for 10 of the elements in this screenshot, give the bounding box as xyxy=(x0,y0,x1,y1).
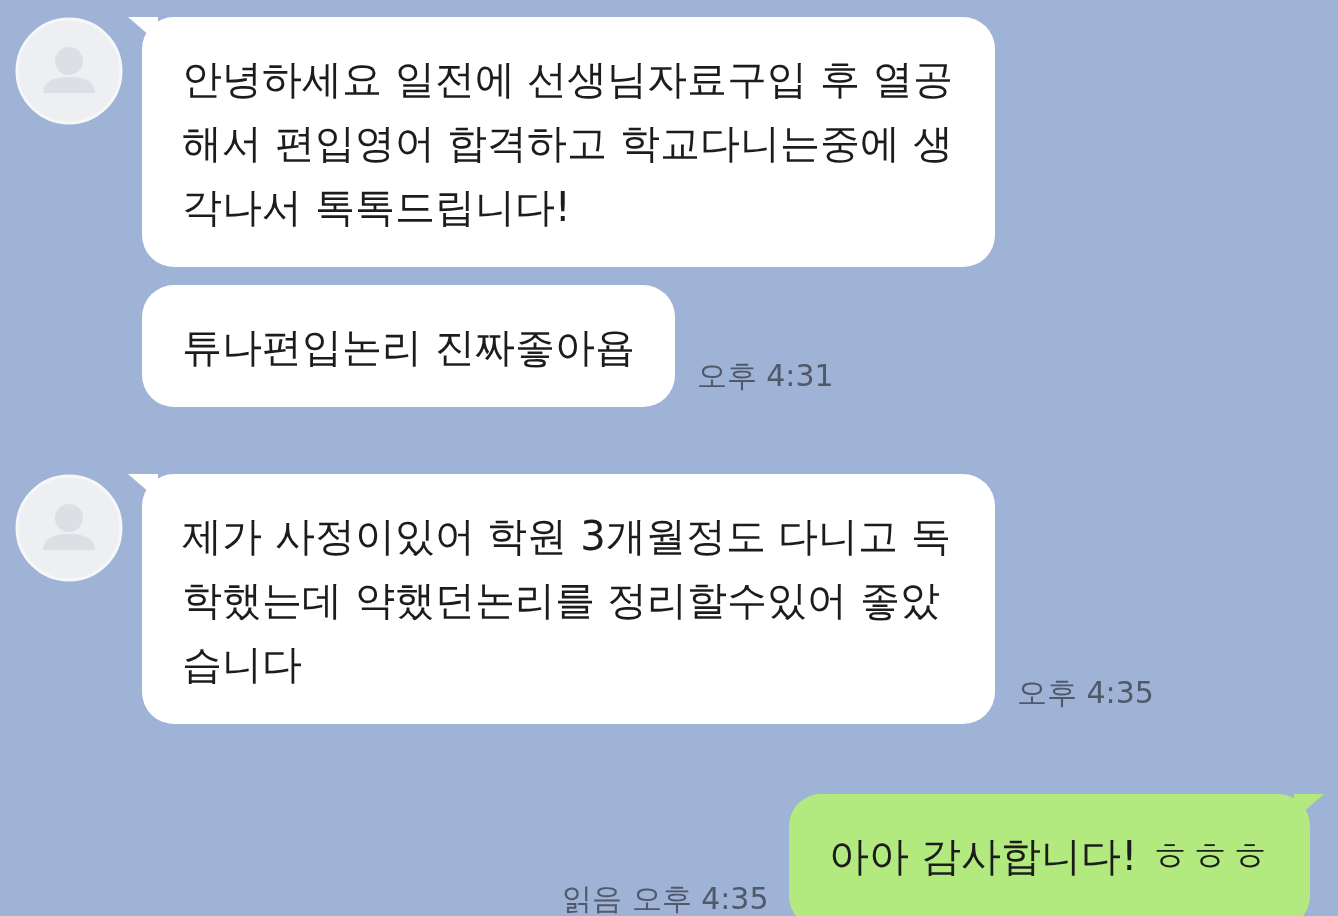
message-bubble: 튜나편입논리 진짜좋아욥 xyxy=(142,285,675,407)
message-bubble: 아아 감사합니다! ㅎㅎㅎ xyxy=(788,794,1310,916)
avatar-icon xyxy=(15,17,123,125)
message-time: 오후 4:35 xyxy=(1017,674,1154,712)
message-time: 오후 4:35 xyxy=(631,880,769,916)
message-time: 오후 4:31 xyxy=(696,357,834,395)
message-bubble: 안녕하세요 일전에 선생님자료구입 후 열공해서 편입영어 합격하고 학교다니는중에 생각나서 톡톡드립니다! xyxy=(142,17,995,267)
read-receipt: 읽음 xyxy=(561,880,622,916)
message-bubble: 제가 사정이있어 학원 3개월정도 다니고 독학했는데 약했던논리를 정리할수있어 좋았습니다 xyxy=(142,474,995,724)
avatar-icon xyxy=(15,474,123,582)
